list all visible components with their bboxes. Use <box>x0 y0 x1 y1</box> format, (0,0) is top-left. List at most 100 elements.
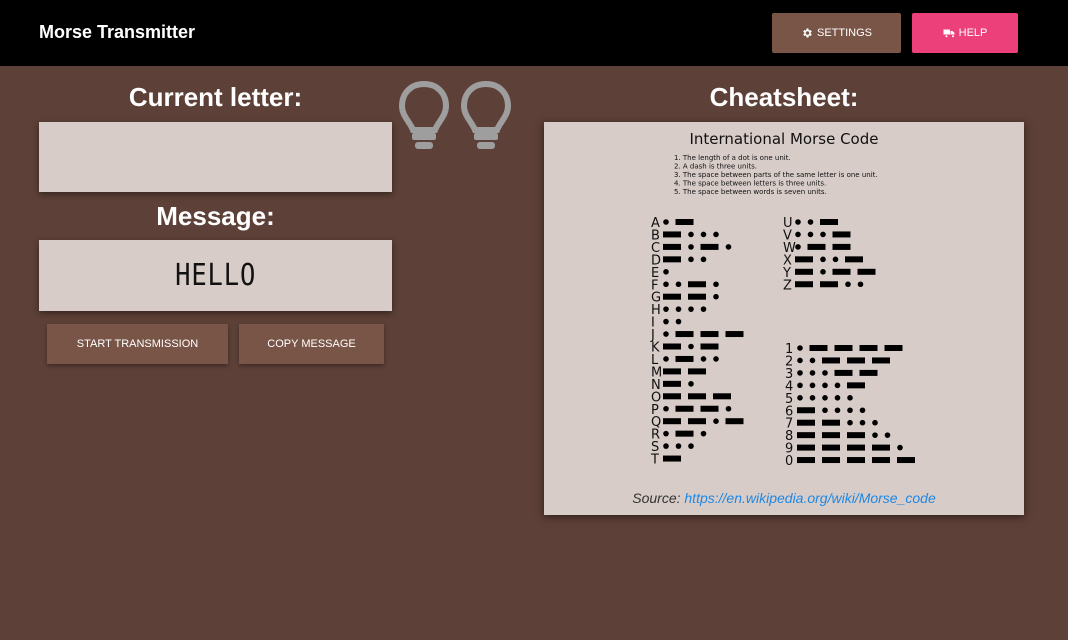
morse-char-label: Z <box>783 278 792 293</box>
morse-dash <box>822 419 840 426</box>
morse-dash <box>663 393 681 400</box>
morse-dot <box>897 444 903 451</box>
morse-dash <box>797 407 815 414</box>
morse-dot <box>700 430 707 437</box>
morse-dot <box>675 318 682 325</box>
morse-dash <box>688 281 706 288</box>
morse-dash <box>822 432 840 439</box>
morse-rule: 3. The space between parts of the same l… <box>674 171 878 179</box>
morse-dot <box>663 430 669 437</box>
top-bar: Morse Transmitter SETTINGS HELP <box>0 0 1068 66</box>
message-text: HELLO <box>174 258 257 293</box>
morse-dot <box>713 418 719 425</box>
morse-dash <box>675 219 694 225</box>
morse-dot <box>797 357 803 364</box>
morse-dash <box>897 457 915 464</box>
morse-dot <box>859 407 866 414</box>
morse-dash <box>688 368 706 375</box>
morse-dash <box>820 281 838 288</box>
morse-dot <box>795 244 801 250</box>
chart-title: International Morse Code <box>689 130 878 148</box>
morse-dot <box>688 231 694 238</box>
morse-dash <box>663 368 681 375</box>
morse-code-chart: International Morse Code 1. The length o… <box>650 130 915 469</box>
morse-dot <box>663 318 669 325</box>
morse-dot <box>847 395 853 401</box>
lightbulb-icon <box>398 80 450 149</box>
morse-dash <box>845 256 863 263</box>
morse-char-label: 0 <box>785 454 793 469</box>
message-display: HELLO <box>39 240 392 311</box>
morse-dot <box>834 382 841 389</box>
app-title: Morse Transmitter <box>39 22 196 42</box>
morse-dot <box>700 231 707 238</box>
morse-cheatsheet: International Morse Code 1. The length o… <box>544 122 1024 515</box>
morse-dot <box>688 306 694 312</box>
morse-dot <box>688 256 694 263</box>
message-heading: Message: <box>156 201 275 231</box>
morse-dot <box>847 419 853 426</box>
morse-dot <box>663 356 669 362</box>
morse-dot <box>809 395 816 401</box>
morse-dot <box>822 407 828 414</box>
morse-dot <box>688 343 694 350</box>
morse-dash <box>675 430 694 437</box>
morse-dot <box>688 443 694 449</box>
morse-dash <box>834 369 853 376</box>
morse-dot <box>663 443 669 449</box>
morse-dot <box>797 370 803 376</box>
morse-dot <box>820 231 826 238</box>
morse-dot <box>797 395 803 401</box>
morse-dot <box>832 256 839 263</box>
morse-dot <box>663 306 669 312</box>
morse-dash <box>872 457 890 464</box>
morse-dot <box>713 231 719 238</box>
morse-dot <box>663 269 669 275</box>
morse-dash <box>847 432 865 439</box>
morse-dash <box>663 418 681 425</box>
settings-label: SETTINGS <box>816 27 872 39</box>
morse-dot <box>820 256 826 263</box>
morse-dot <box>857 281 864 288</box>
morse-dash <box>872 357 890 364</box>
morse-dash <box>832 231 851 238</box>
morse-dash <box>807 243 826 250</box>
morse-dot <box>688 381 694 387</box>
source-prefix: Source: <box>632 490 685 506</box>
source-link[interactable]: https://en.wikipedia.org/wiki/Morse_code <box>684 490 935 506</box>
morse-dot <box>859 419 866 426</box>
morse-dot <box>663 405 669 412</box>
morse-dash <box>859 369 878 376</box>
settings-button[interactable]: SETTINGS <box>772 13 901 53</box>
morse-dash <box>725 418 744 425</box>
morse-dash <box>832 268 851 275</box>
morse-dash <box>832 243 851 250</box>
morse-dot <box>809 357 816 364</box>
morse-dot <box>872 432 878 438</box>
morse-dash <box>797 444 815 451</box>
morse-dot <box>822 370 828 376</box>
help-label: HELP <box>958 27 988 39</box>
current-letter-heading: Current letter: <box>128 82 303 112</box>
truck-icon <box>943 29 955 38</box>
gear-icon <box>803 28 812 38</box>
morse-dot <box>820 269 826 275</box>
morse-dot <box>847 407 853 414</box>
morse-dot <box>725 405 732 412</box>
morse-dot <box>807 219 814 225</box>
morse-dot <box>822 382 828 389</box>
morse-dot <box>872 419 878 426</box>
morse-dash <box>884 345 903 351</box>
copy-message-button[interactable]: COPY MESSAGE <box>239 324 384 364</box>
morse-dot <box>795 231 801 238</box>
morse-dot <box>834 407 841 414</box>
help-button[interactable]: HELP <box>912 13 1018 53</box>
morse-dot <box>700 306 707 312</box>
start-transmission-button[interactable]: START TRANSMISSION <box>47 324 228 364</box>
morse-dot <box>700 256 707 263</box>
morse-dash <box>822 357 840 364</box>
morse-char-label: T <box>650 453 659 468</box>
morse-dot <box>713 356 719 362</box>
morse-dash <box>725 331 744 338</box>
morse-rule: 5. The space between words is seven unit… <box>674 188 827 196</box>
